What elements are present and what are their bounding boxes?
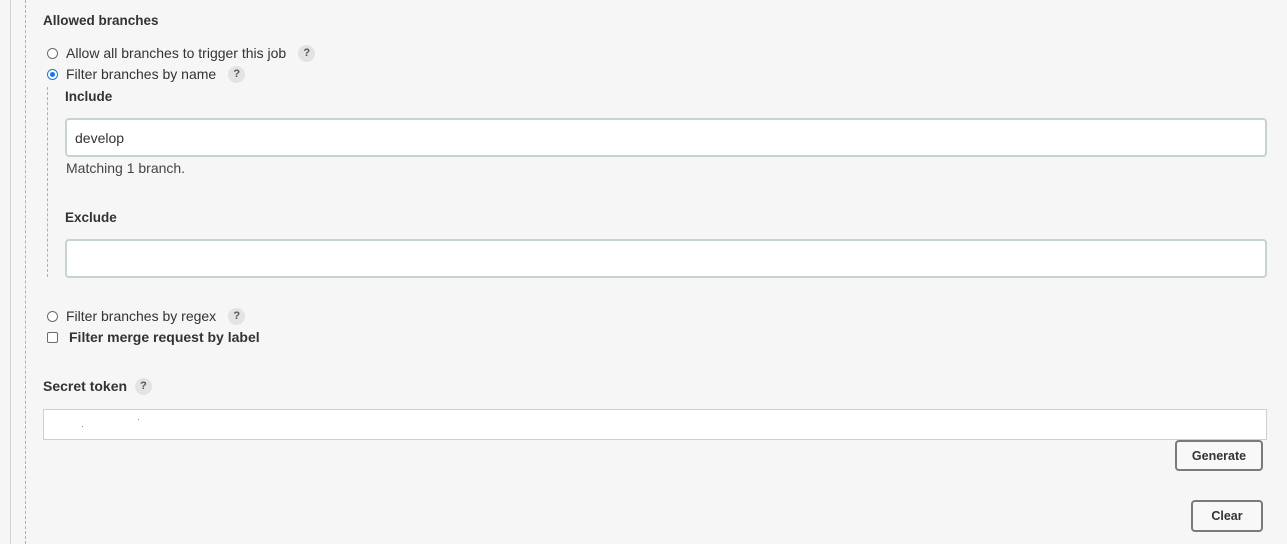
filter-by-regex-option[interactable]: Filter branches by regex ? [47,306,246,326]
exclude-label: Exclude [65,210,117,225]
merge-request-label-filter-label[interactable]: Filter merge request by label [69,329,260,345]
include-label: Include [65,89,113,104]
section-dashed-guide [25,0,26,544]
help-icon[interactable]: ? [135,377,153,395]
help-icon[interactable]: ? [298,44,316,62]
include-input[interactable] [65,118,1267,157]
panel-left-border [10,0,11,544]
secret-token-label: Secret token [43,378,128,394]
clear-token-button[interactable]: Clear [1191,500,1263,532]
filter-by-name-radio[interactable] [47,68,58,80]
merge-request-label-filter-option[interactable]: Filter merge request by label [47,327,260,347]
branch-settings-panel: Allowed branches Allow all branches to t… [0,0,1287,544]
secret-token-input[interactable] [43,409,1267,440]
filter-by-name-dashed-guide [47,87,48,277]
allowed-branches-title: Allowed branches [43,13,159,28]
help-icon[interactable]: ? [228,307,246,325]
allow-all-branches-option[interactable]: Allow all branches to trigger this job ? [47,43,316,63]
generate-token-button[interactable]: Generate [1175,440,1263,471]
merge-request-label-checkbox[interactable] [47,331,58,343]
secret-token-header: Secret token ? [43,376,153,396]
help-icon[interactable]: ? [228,65,246,83]
exclude-input[interactable] [65,239,1267,278]
filter-by-name-option[interactable]: Filter branches by name ? [47,64,246,84]
masked-token-char [138,419,139,420]
filter-by-regex-label[interactable]: Filter branches by regex [66,308,216,324]
allow-all-branches-label[interactable]: Allow all branches to trigger this job [66,45,286,61]
filter-by-regex-radio[interactable] [47,310,58,322]
filter-by-name-label[interactable]: Filter branches by name [66,66,216,82]
masked-token-char [82,426,83,427]
allow-all-branches-radio[interactable] [47,47,58,59]
include-match-hint: Matching 1 branch. [66,160,186,176]
